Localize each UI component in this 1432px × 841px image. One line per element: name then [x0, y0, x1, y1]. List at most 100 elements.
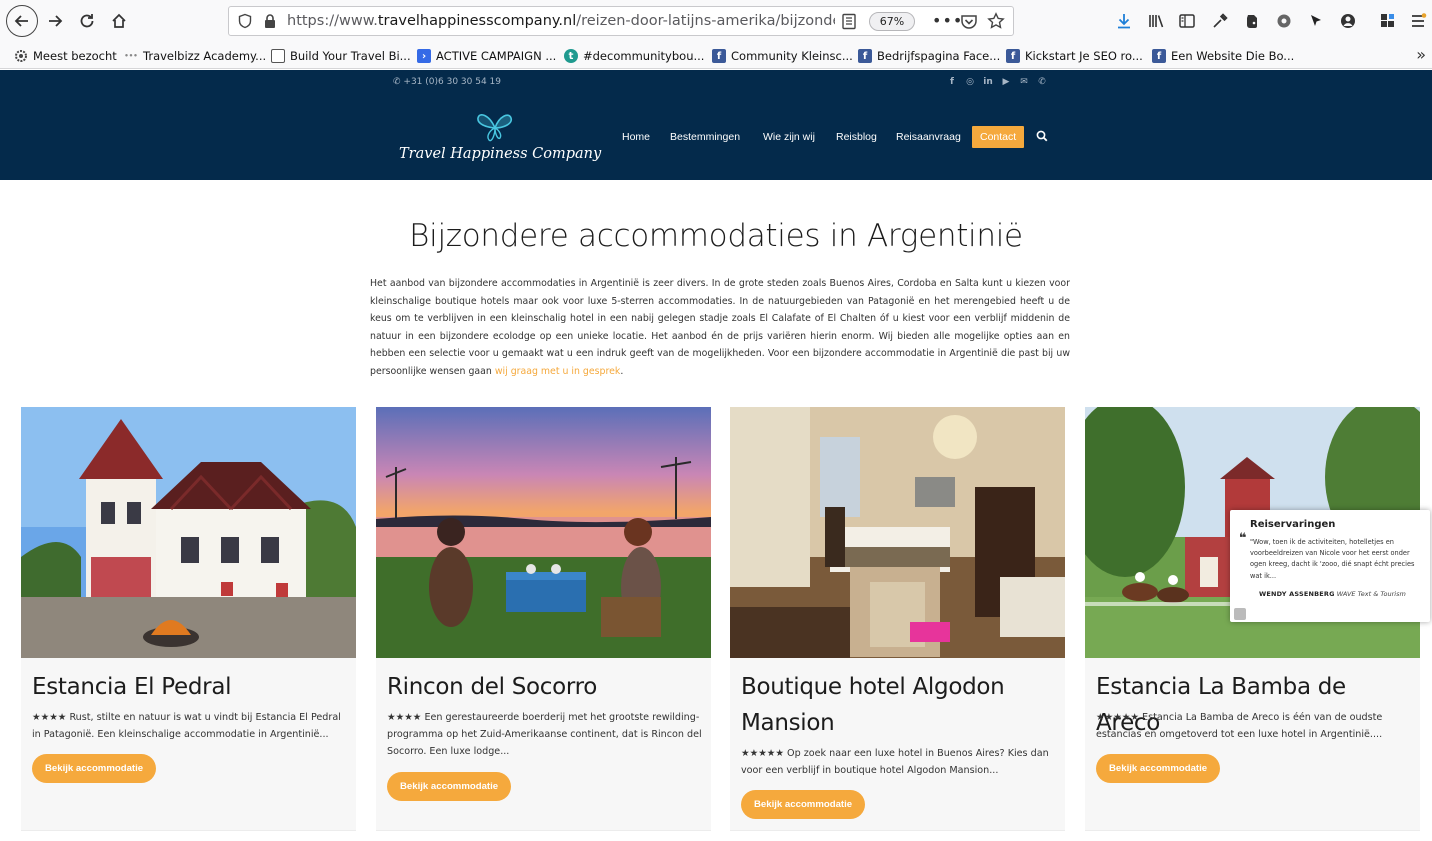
shield-icon[interactable]: [237, 13, 253, 29]
facebook-icon[interactable]: f: [946, 76, 958, 88]
phone-number[interactable]: ✆ +31 (0)6 30 30 54 19: [393, 77, 501, 87]
accommodation-card: Boutique hotel Algodon Mansion ★★★★★ Op …: [730, 407, 1065, 831]
bookmark-label: Meest bezocht: [33, 49, 117, 63]
bookmark-label: Bedrijfspagina Face...: [877, 49, 1001, 63]
intro-contact-link[interactable]: wij graag met u in gesprek: [495, 366, 621, 377]
mail-icon[interactable]: ✉: [1018, 76, 1030, 88]
account-icon[interactable]: [1338, 11, 1358, 31]
extensions-icon[interactable]: [1378, 11, 1398, 31]
card-title[interactable]: Boutique hotel Algodon Mansion: [741, 669, 1059, 741]
zoom-level-badge[interactable]: 67%: [869, 12, 915, 31]
facebook-icon: f: [1006, 49, 1020, 63]
author-name: WENDY ASSENBERG: [1259, 590, 1335, 598]
accommodation-card: Rincon del Socorro ★★★★ Een gerestaureer…: [376, 407, 711, 831]
testimonial-text: "Wow, toen ik de activiteiten, hotelletj…: [1250, 538, 1415, 580]
bookmark-label: Build Your Travel Bi...: [290, 49, 411, 63]
bookmark-item[interactable]: f Een Website Die Bo...: [1152, 47, 1294, 65]
menu-item-reisaanvraag[interactable]: Reisaanvraag: [896, 126, 961, 148]
url-text[interactable]: https://www.travelhappinesscompany.nl/re…: [287, 13, 835, 29]
view-accommodation-button[interactable]: Bekijk accommodatie: [32, 754, 157, 783]
dots-icon: •••: [124, 52, 138, 60]
bookmark-item[interactable]: f Kickstart Je SEO ro...: [1006, 47, 1143, 65]
bookmark-item[interactable]: f Bedrijfspagina Face...: [858, 47, 1000, 65]
bookmark-label: Kickstart Je SEO ro...: [1025, 49, 1143, 63]
bookmark-label: Travelbizz Academy...: [143, 49, 267, 63]
page-title: Bijzondere accommodaties in Argentinië: [409, 218, 1023, 254]
testimonial-widget[interactable]: Reiservaringen ❝ "Wow, toen ik de activi…: [1230, 510, 1430, 622]
card-description: ★★★★ Een gerestaureerde boerderij met he…: [387, 712, 702, 758]
card-title[interactable]: Rincon del Socorro: [387, 669, 705, 705]
bookmark-label: ACTIVE CAMPAIGN ...: [436, 49, 557, 63]
card-image-algodon-mansion[interactable]: [730, 407, 1065, 658]
main-menu: Home Bestemmingen Wie zijn wij Reisblog …: [0, 126, 1432, 148]
reload-icon: [80, 14, 94, 28]
menu-item-contact[interactable]: Contact: [972, 126, 1025, 148]
phone-icon: ✆: [393, 77, 404, 87]
facebook-icon: f: [712, 49, 726, 63]
lock-icon[interactable]: [263, 13, 277, 29]
testimonial-author: WENDY ASSENBERG WAVE Text & Tourism: [1259, 590, 1406, 598]
cursor-extension-icon[interactable]: [1306, 11, 1326, 31]
home-button[interactable]: [104, 7, 134, 35]
frame-icon: [271, 49, 285, 63]
eyedropper-icon[interactable]: [1210, 11, 1230, 31]
bookmark-item[interactable]: Meest bezocht: [14, 47, 117, 65]
widget-logo-icon[interactable]: [1234, 608, 1246, 620]
activecampaign-icon: ›: [417, 49, 431, 63]
bookmark-item[interactable]: › ACTIVE CAMPAIGN ...: [417, 47, 556, 65]
menu-item-bestemmingen[interactable]: Bestemmingen: [670, 126, 740, 148]
page-actions-icon[interactable]: •••: [932, 11, 963, 30]
t-icon: t: [564, 49, 578, 63]
card-description: ★★★★★ Op zoek naar een luxe hotel in Bue…: [741, 748, 1049, 777]
testimonial-title: Reiservaringen: [1250, 519, 1336, 530]
bookmark-item[interactable]: t #decommunitybou...: [564, 47, 704, 65]
intro-body: Het aanbod van bijzondere accommodaties …: [370, 278, 1070, 377]
reload-button[interactable]: [72, 7, 102, 35]
card-image-estancia-el-pedral[interactable]: [21, 407, 356, 658]
bookmark-label: Een Website Die Bo...: [1171, 49, 1295, 63]
arrow-right-icon: [49, 15, 63, 27]
bookmark-item[interactable]: Build Your Travel Bi...: [271, 47, 411, 65]
home-icon: [112, 13, 126, 28]
phone-icon[interactable]: ✆: [1036, 76, 1048, 88]
facebook-icon: f: [858, 49, 872, 63]
menu-item-home[interactable]: Home: [622, 126, 650, 148]
downloads-icon[interactable]: [1114, 11, 1134, 31]
forward-button[interactable]: [40, 7, 70, 35]
card-description: ★★★★★ Estancia La Bamba de Areco is één …: [1096, 712, 1383, 741]
facebook-icon: f: [1152, 49, 1166, 63]
sidebar-icon[interactable]: [1177, 11, 1197, 31]
menu-item-reisblog[interactable]: Reisblog: [836, 126, 877, 148]
card-image-rincon-del-socorro[interactable]: [376, 407, 711, 658]
gear-extension-icon[interactable]: [1274, 11, 1294, 31]
chevron-double-right-icon[interactable]: »: [1416, 45, 1426, 64]
bookmark-item[interactable]: f Community Kleinsc...: [712, 47, 853, 65]
url-bar[interactable]: https://www.travelhappinesscompany.nl/re…: [228, 6, 1014, 36]
linkedin-icon[interactable]: in: [982, 76, 994, 88]
gear-icon: [14, 49, 28, 63]
bookmark-item[interactable]: ••• Travelbizz Academy...: [124, 47, 266, 65]
bookmarks-bar: Meest bezocht ••• Travelbizz Academy... …: [0, 42, 1432, 69]
search-icon[interactable]: [1036, 130, 1048, 142]
accommodation-card: Estancia El Pedral ★★★★ Rust, stilte en …: [21, 407, 356, 831]
view-accommodation-button[interactable]: Bekijk accommodatie: [1096, 754, 1221, 783]
card-title[interactable]: Estancia El Pedral: [32, 669, 350, 705]
reader-view-icon[interactable]: [841, 13, 857, 30]
pocket-icon[interactable]: [960, 13, 978, 30]
back-button[interactable]: [6, 5, 38, 37]
bookmark-label: Community Kleinsc...: [731, 49, 853, 63]
evernote-icon[interactable]: [1242, 11, 1262, 31]
menu-hamburger-icon[interactable]: [1408, 11, 1428, 31]
intro-end: .: [620, 365, 624, 377]
view-accommodation-button[interactable]: Bekijk accommodatie: [741, 790, 866, 819]
library-icon[interactable]: [1146, 11, 1166, 31]
phone-text: +31 (0)6 30 30 54 19: [403, 77, 501, 87]
view-accommodation-button[interactable]: Bekijk accommodatie: [387, 772, 512, 801]
url-domain: travelhappinesscompany.nl: [377, 13, 577, 29]
card-description: ★★★★ Rust, stilte en natuur is wat u vin…: [32, 712, 341, 741]
bookmark-star-icon[interactable]: [987, 12, 1005, 30]
instagram-icon[interactable]: ◎: [964, 76, 976, 88]
menu-item-wie-zijn-wij[interactable]: Wie zijn wij: [763, 126, 815, 148]
bookmark-label: #decommunitybou...: [583, 49, 705, 63]
youtube-icon[interactable]: ▶: [1000, 76, 1012, 88]
